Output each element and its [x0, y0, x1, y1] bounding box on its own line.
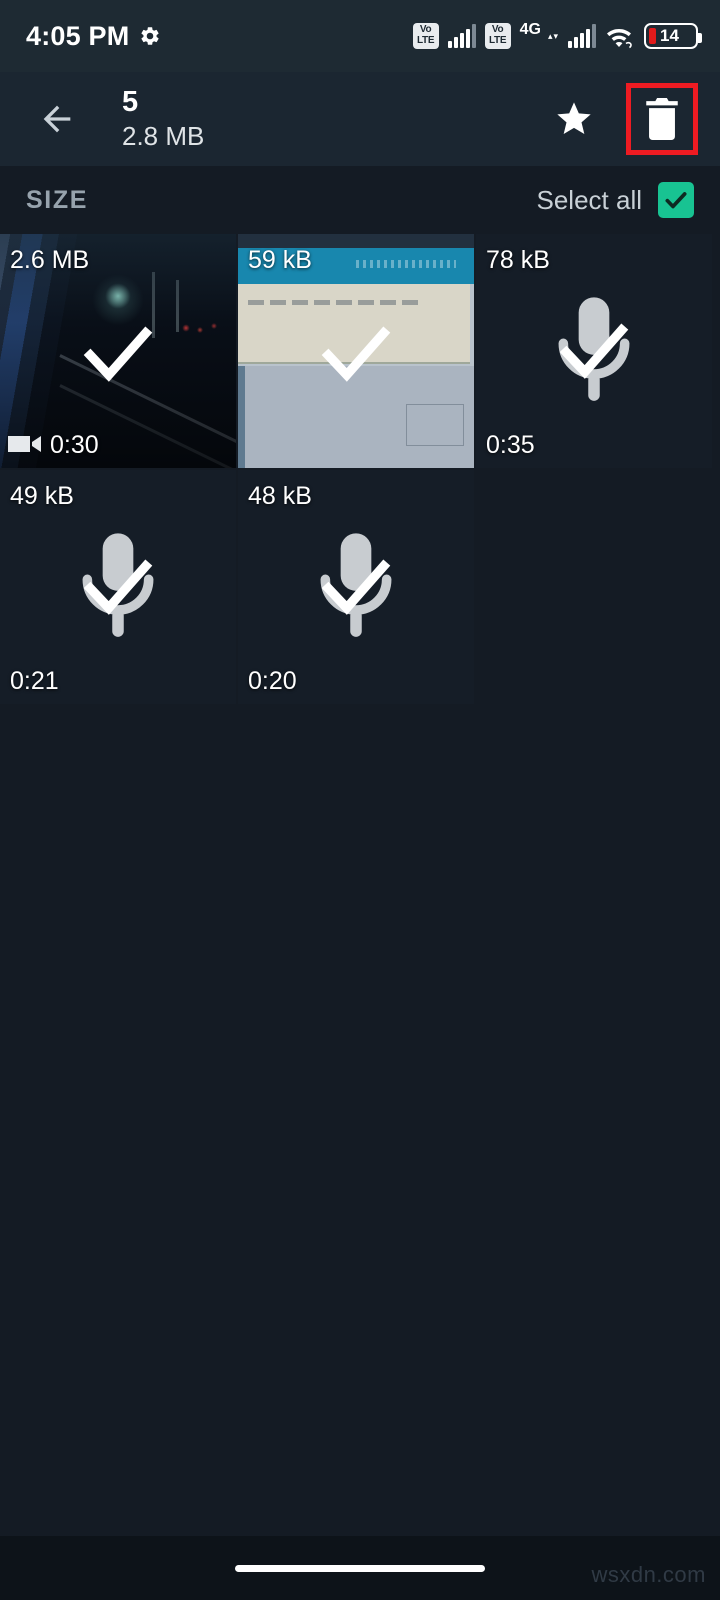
volte-line-1: Vo [419, 24, 432, 35]
status-bar-clock: 4:05 PM [26, 20, 130, 51]
tile-size-label: 49 kB [10, 482, 74, 510]
tile-size-label: 78 kB [486, 246, 550, 274]
delete-button[interactable] [626, 83, 698, 155]
volte-icon-sim1: Vo LTE [412, 23, 439, 49]
selected-check-icon [559, 323, 629, 379]
media-tile-audio[interactable]: 78 kB 0:35 [476, 234, 712, 468]
volte-line-2: LTE [416, 35, 435, 46]
home-gesture-pill[interactable] [235, 1564, 485, 1572]
volte-line-2-b: LTE [488, 35, 507, 46]
favorite-button[interactable] [544, 89, 604, 149]
checkmark-icon [665, 192, 687, 209]
select-all-label: Select all [536, 184, 643, 215]
battery-fill [649, 28, 656, 44]
selection-title-block: 5 2.8 MB [122, 86, 204, 152]
selected-size: 2.8 MB [122, 121, 205, 151]
status-bar-left: 4:05 PM [26, 21, 161, 52]
tile-duration-label: 0:20 [248, 667, 297, 695]
media-tile-image[interactable]: 59 kB [238, 234, 474, 468]
selected-check-icon [321, 559, 391, 615]
status-bar: 4:05 PM Vo LTE Vo LTE 4G ▴ ▾ 14 [0, 0, 720, 72]
tile-duration-label: 0:35 [486, 431, 535, 459]
app-bar-actions [544, 83, 698, 155]
tile-duration-label: 0:21 [10, 667, 59, 695]
back-button[interactable] [30, 92, 84, 146]
sort-and-select-row: SIZE Select all [0, 166, 720, 234]
tile-size-label: 59 kB [248, 246, 312, 274]
volte-line-1-b: Vo [491, 24, 504, 35]
video-camera-icon [8, 436, 41, 452]
back-arrow-icon [43, 105, 71, 133]
selected-check-icon [83, 326, 153, 382]
gear-icon [141, 27, 160, 45]
wifi-icon [607, 29, 632, 49]
selected-check-icon [83, 559, 153, 615]
star-icon [557, 102, 591, 134]
app-bar: 5 2.8 MB [0, 72, 720, 166]
media-tile-video[interactable]: 2.6 MB 0:30 [0, 234, 236, 468]
volte-icon-sim2: Vo LTE [484, 23, 511, 49]
data-transfer-icon: ▴ ▾ [547, 30, 558, 41]
trash-icon [646, 98, 678, 140]
media-grid: 2.6 MB 0:30 59 kB 78 kB 0:35 49 kB 0:21 … [0, 234, 720, 704]
phone-screen: 4:05 PM Vo LTE Vo LTE 4G ▴ ▾ 14 5 2.8 MB… [0, 0, 720, 1600]
tile-size-label: 2.6 MB [10, 246, 90, 274]
tile-duration-label: 0:30 [50, 431, 99, 459]
tile-size-label: 48 kB [248, 482, 312, 510]
signal-bars-sim2 [568, 24, 596, 48]
media-tile-audio[interactable]: 49 kB 0:21 [0, 470, 236, 704]
media-tile-audio[interactable]: 48 kB 0:20 [238, 470, 474, 704]
watermark-label: wsxdn.com [591, 1562, 706, 1587]
select-all-checkbox[interactable] [658, 182, 694, 218]
battery-icon: 14 [644, 23, 702, 49]
sort-mode-label: SIZE [26, 185, 88, 214]
select-all-control[interactable]: Select all [536, 182, 694, 218]
selected-count: 5 [122, 86, 139, 118]
selected-check-icon [321, 326, 391, 382]
signal-bars-sim1 [447, 24, 476, 48]
battery-percent-label: 14 [660, 26, 679, 45]
status-bar-right: Vo LTE Vo LTE 4G ▴ ▾ 14 [412, 21, 702, 49]
network-type-label: 4G [519, 21, 541, 38]
